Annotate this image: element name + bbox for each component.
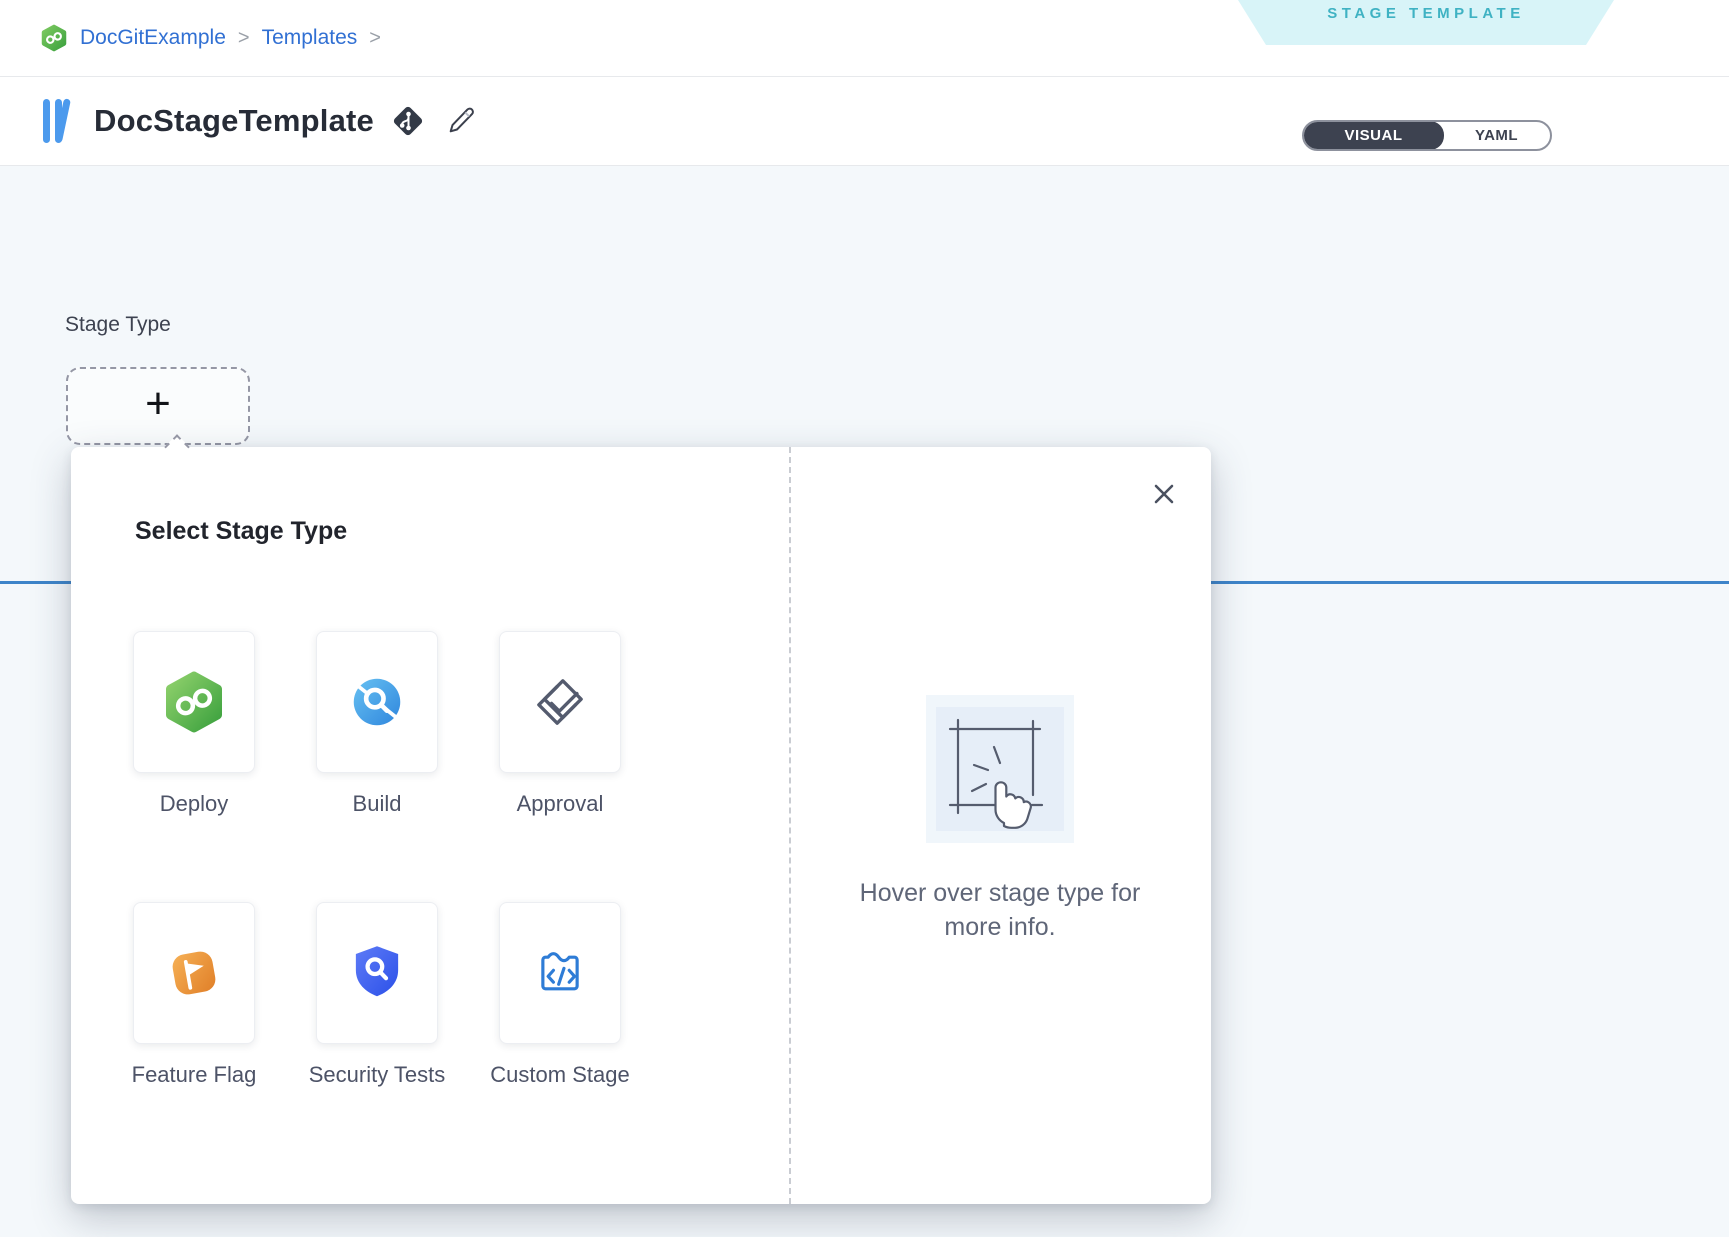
stage-type-feature-flag[interactable]: Feature Flag	[133, 902, 255, 1090]
stage-type-label-custom-stage: Custom Stage	[485, 1060, 635, 1090]
stage-type-label-approval: Approval	[485, 789, 635, 819]
select-stage-type-modal: Select Stage Type Deploy	[71, 447, 1211, 1204]
stage-type-custom-stage[interactable]: Custom Stage	[499, 902, 621, 1090]
add-stage-button[interactable]: +	[66, 367, 250, 445]
stage-type-label-build: Build	[302, 789, 452, 819]
template-library-icon	[40, 97, 78, 145]
security-tests-card[interactable]	[316, 902, 438, 1044]
visual-toggle-button[interactable]: VISUAL	[1303, 121, 1444, 150]
security-shield-magnifier-icon	[348, 942, 406, 1004]
hover-illustration	[926, 695, 1074, 843]
stage-type-security-tests[interactable]: Security Tests	[316, 902, 438, 1090]
custom-stage-code-icon	[531, 944, 589, 1002]
yaml-toggle-button[interactable]: YAML	[1443, 122, 1550, 149]
approval-diamond-check-icon	[529, 671, 591, 733]
build-card[interactable]	[316, 631, 438, 773]
stage-type-label-security-tests: Security Tests	[302, 1060, 452, 1090]
plus-icon: +	[145, 382, 171, 426]
hover-hint-text: Hover over stage type for more info.	[789, 877, 1211, 945]
approval-card[interactable]	[499, 631, 621, 773]
view-mode-toggle: VISUAL YAML	[1302, 120, 1552, 151]
stage-type-approval[interactable]: Approval	[499, 631, 621, 819]
click-square-hand-icon	[936, 707, 1064, 831]
project-hexagon-icon	[40, 24, 68, 52]
feature-flag-icon	[163, 942, 225, 1004]
stage-template-badge-label: STAGE TEMPLATE	[1327, 5, 1524, 22]
stage-type-label: Stage Type	[65, 313, 171, 337]
stage-type-deploy[interactable]: Deploy	[133, 631, 255, 819]
stage-template-badge: STAGE TEMPLATE	[1238, 0, 1614, 45]
breadcrumb-templates-link[interactable]: Templates	[262, 26, 358, 50]
edit-pencil-icon[interactable]	[446, 106, 476, 136]
git-sync-icon[interactable]	[390, 103, 426, 139]
breadcrumb-separator-icon: >	[369, 27, 381, 50]
page-title: DocStageTemplate	[94, 103, 374, 139]
stage-type-label-deploy: Deploy	[119, 789, 269, 819]
modal-title: Select Stage Type	[135, 517, 347, 546]
page-header: DocStageTemplate VISUAL YAML	[0, 77, 1729, 166]
breadcrumb-separator-icon: >	[238, 27, 250, 50]
custom-stage-card[interactable]	[499, 902, 621, 1044]
hover-illustration-inner	[936, 707, 1064, 831]
deploy-hexagon-infinity-icon	[162, 670, 226, 734]
feature-flag-card[interactable]	[133, 902, 255, 1044]
build-circle-magnifier-icon	[346, 671, 408, 733]
stage-info-panel: Hover over stage type for more info.	[789, 447, 1211, 1204]
deploy-card[interactable]	[133, 631, 255, 773]
breadcrumb-project-link[interactable]: DocGitExample	[80, 26, 226, 50]
stage-type-label-feature-flag: Feature Flag	[119, 1060, 269, 1090]
stage-type-build[interactable]: Build	[316, 631, 438, 819]
